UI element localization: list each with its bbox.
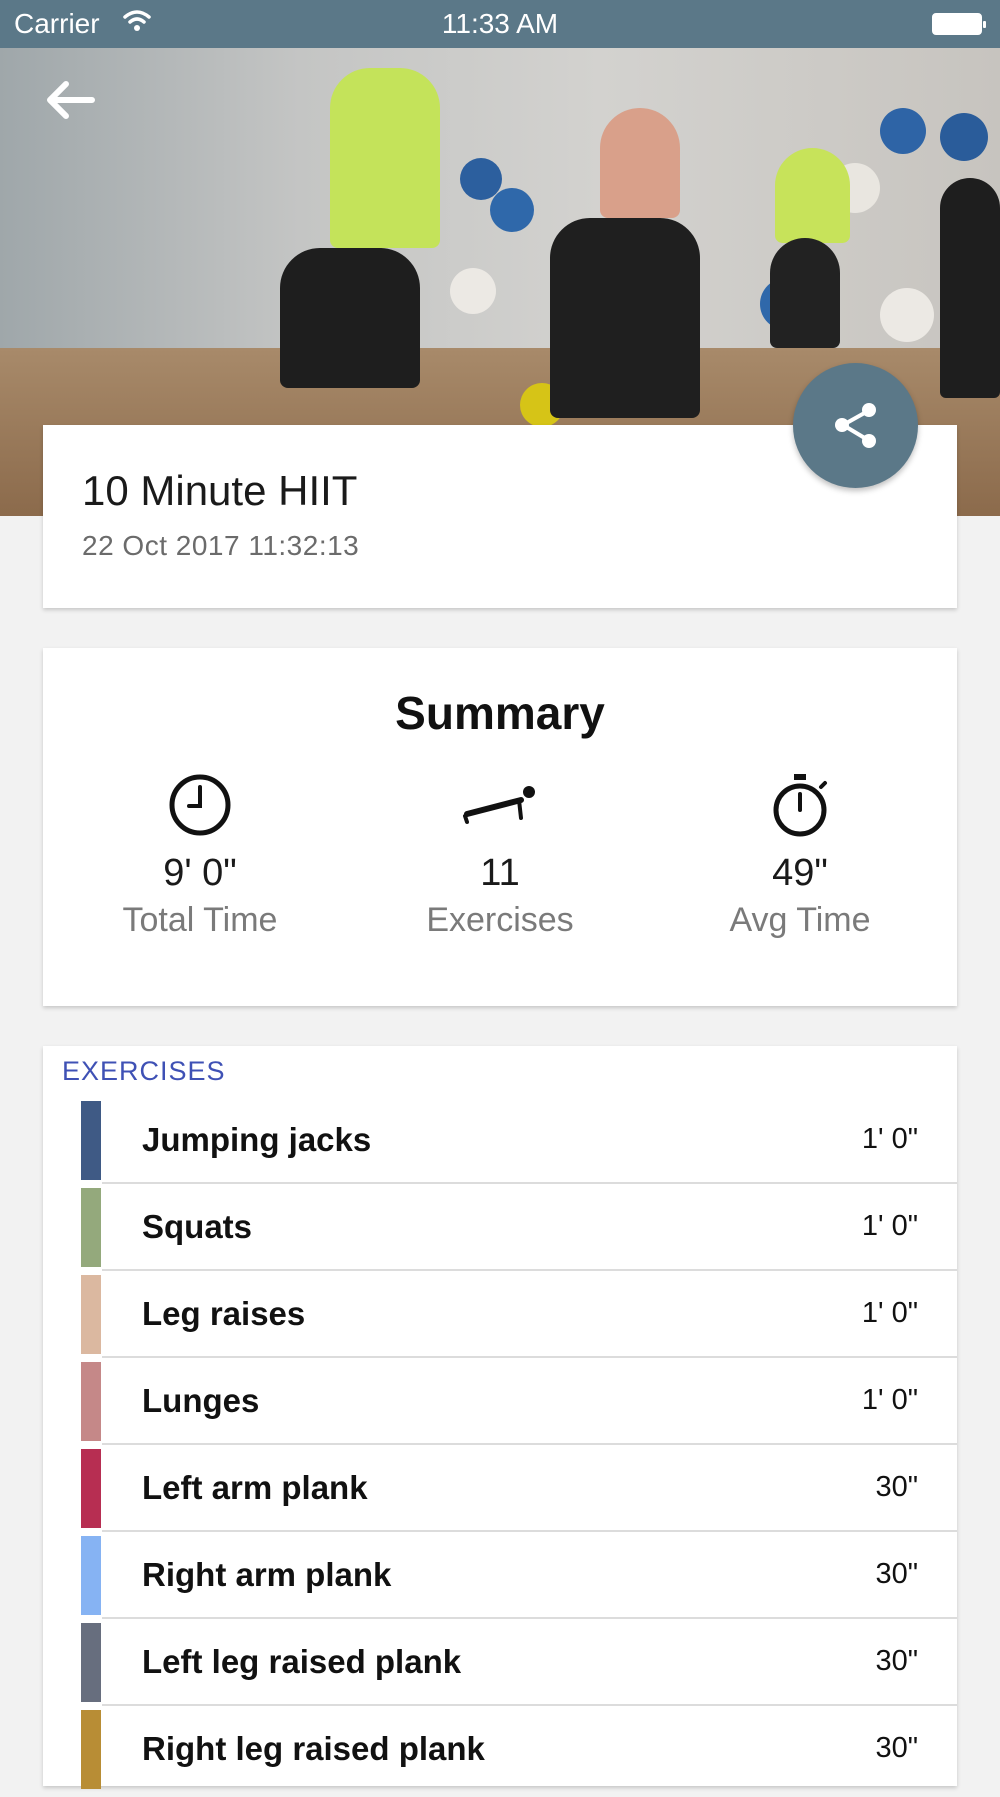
exercise-name: Left leg raised plank (142, 1643, 462, 1680)
stat-avg-time: 49" Avg Time (650, 772, 950, 940)
summary-card: Summary 9' 0" Total Time 11 Exercises 49… (43, 648, 957, 1006)
exercise-duration: 1' 0" (861, 1384, 918, 1416)
exercise-color-swatch (81, 1623, 101, 1702)
pushup-icon (350, 772, 650, 844)
total-time-value: 9' 0" (163, 852, 237, 894)
exercise-duration: 30" (875, 1645, 918, 1677)
exercise-duration: 30" (875, 1471, 918, 1503)
row-divider (102, 1356, 957, 1358)
row-divider (102, 1704, 957, 1706)
exercise-color-swatch (81, 1449, 101, 1528)
row-divider (102, 1617, 957, 1619)
exercise-name: Left arm plank (142, 1469, 368, 1506)
exercise-color-swatch (81, 1710, 101, 1789)
exercise-color-swatch (81, 1536, 101, 1615)
total-time-label: Total Time (122, 901, 278, 939)
back-arrow-icon[interactable] (40, 78, 100, 128)
battery-icon (932, 13, 986, 35)
status-bar: Carrier 11:33 AM (0, 0, 1000, 48)
exercise-name: Lunges (142, 1382, 260, 1419)
clock-time: 11:33 AM (441, 8, 559, 39)
workout-date: 22 Oct 2017 11:32:13 (82, 530, 360, 561)
exercise-color-swatch (81, 1101, 101, 1180)
share-button[interactable] (793, 363, 918, 488)
exercise-name: Right arm plank (142, 1556, 392, 1593)
exercise-color-swatch (81, 1188, 101, 1267)
workout-title: 10 Minute HIIT (82, 467, 358, 514)
stopwatch-icon (650, 772, 950, 844)
row-divider (102, 1269, 957, 1271)
exercise-duration: 30" (875, 1732, 918, 1764)
exercise-color-swatch (81, 1362, 101, 1441)
exercises-section-label: EXERCISES (62, 1056, 226, 1086)
exercise-name: Right leg raised plank (142, 1730, 485, 1767)
exercise-duration: 1' 0" (861, 1210, 918, 1242)
exercises-count-label: Exercises (426, 901, 574, 939)
exercises-card: EXERCISES Jumping jacks 1' 0" Squats 1' … (43, 1046, 957, 1789)
exercise-row[interactable]: Lunges 1' 0" (81, 1362, 957, 1449)
exercise-row[interactable]: Squats 1' 0" (81, 1188, 957, 1275)
share-icon (835, 403, 876, 448)
exercise-row[interactable]: Right leg raised plank 30" (81, 1710, 957, 1797)
stat-total-time: 9' 0" Total Time (50, 772, 350, 940)
exercise-list: Jumping jacks 1' 0" Squats 1' 0" Leg rai… (81, 1101, 957, 1797)
exercise-duration: 1' 0" (861, 1123, 918, 1155)
avg-time-value: 49" (772, 852, 828, 894)
exercise-row[interactable]: Left arm plank 30" (81, 1449, 957, 1536)
exercises-count-value: 11 (480, 852, 520, 894)
clock-icon (50, 772, 350, 844)
exercise-duration: 1' 0" (861, 1297, 918, 1329)
stat-exercises: 11 Exercises (350, 772, 650, 940)
exercise-row[interactable]: Jumping jacks 1' 0" (81, 1101, 957, 1188)
exercise-duration: 30" (875, 1558, 918, 1590)
row-divider (102, 1530, 957, 1532)
exercise-row[interactable]: Right arm plank 30" (81, 1536, 957, 1623)
exercise-color-swatch (81, 1275, 101, 1354)
row-divider (102, 1182, 957, 1184)
exercise-row[interactable]: Leg raises 1' 0" (81, 1275, 957, 1362)
exercise-name: Jumping jacks (142, 1121, 372, 1158)
exercise-name: Squats (142, 1208, 253, 1245)
summary-heading: Summary (395, 687, 605, 739)
exercise-name: Leg raises (142, 1295, 306, 1332)
avg-time-label: Avg Time (729, 901, 871, 939)
exercise-row[interactable]: Left leg raised plank 30" (81, 1623, 957, 1710)
row-divider (102, 1443, 957, 1445)
